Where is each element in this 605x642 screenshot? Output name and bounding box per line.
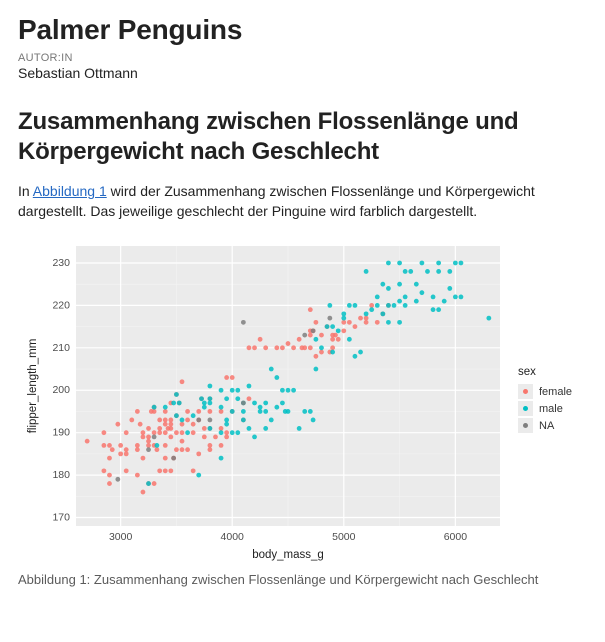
svg-text:3000: 3000 bbox=[109, 531, 133, 543]
svg-text:flipper_length_mm: flipper_length_mm bbox=[27, 338, 39, 433]
legend-key bbox=[518, 418, 533, 433]
scatter-chart: 3000 4000 5000 6000 170 180 190 200 210 220 230 bod… bbox=[18, 236, 508, 566]
svg-text:210: 210 bbox=[52, 341, 70, 353]
legend-key bbox=[518, 384, 533, 399]
figure-caption: Abbildung 1: Zusammenhang zwischen Floss… bbox=[18, 572, 587, 587]
svg-text:220: 220 bbox=[52, 299, 70, 311]
author-label: AUTOR:IN bbox=[18, 52, 587, 64]
section-paragraph: In Abbildung 1 wird der Zusammenhang zwi… bbox=[18, 181, 587, 222]
page-title: Palmer Penguins bbox=[18, 14, 587, 46]
section-heading: Zusammenhang zwischen Flossenlänge und K… bbox=[18, 107, 587, 167]
legend-item: male bbox=[518, 401, 572, 416]
author-name: Sebastian Ottmann bbox=[18, 65, 587, 81]
legend-key bbox=[518, 401, 533, 416]
svg-text:200: 200 bbox=[52, 384, 70, 396]
legend-dot-icon bbox=[523, 389, 528, 394]
svg-text:190: 190 bbox=[52, 426, 70, 438]
svg-text:4000: 4000 bbox=[221, 531, 245, 543]
legend-item: female bbox=[518, 384, 572, 399]
svg-text:230: 230 bbox=[52, 257, 70, 269]
legend-item: NA bbox=[518, 418, 572, 433]
legend-dot-icon bbox=[523, 406, 528, 411]
svg-text:body_mass_g: body_mass_g bbox=[252, 549, 324, 561]
figure-reference-link[interactable]: Abbildung 1 bbox=[33, 183, 107, 199]
legend-label: NA bbox=[539, 420, 554, 432]
para-before: In bbox=[18, 183, 33, 199]
legend-dot-icon bbox=[523, 423, 528, 428]
legend-label: male bbox=[539, 403, 563, 415]
figure: 3000 4000 5000 6000 170 180 190 200 210 220 230 bod… bbox=[18, 236, 587, 587]
svg-text:170: 170 bbox=[52, 511, 70, 523]
svg-text:6000: 6000 bbox=[444, 531, 468, 543]
legend-title: sex bbox=[518, 366, 572, 378]
legend: sex female male NA bbox=[518, 366, 572, 435]
svg-text:5000: 5000 bbox=[332, 531, 356, 543]
svg-text:180: 180 bbox=[52, 469, 70, 481]
legend-label: female bbox=[539, 386, 572, 398]
